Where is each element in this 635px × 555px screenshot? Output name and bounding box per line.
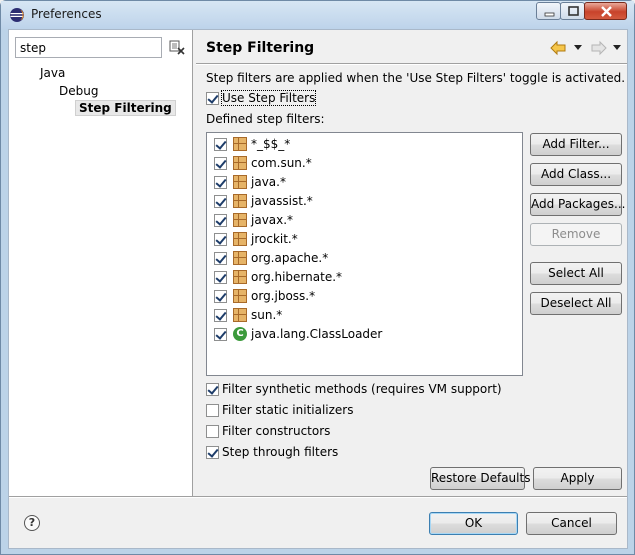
list-item[interactable]: jrockit.* xyxy=(207,230,522,249)
window-title: Preferences xyxy=(31,7,102,21)
help-icon[interactable]: ? xyxy=(24,515,40,531)
tree-item-debug[interactable]: Debug xyxy=(59,84,98,98)
dialog-client: Java Debug Step Filtering Step Filtering… xyxy=(8,29,628,549)
filter-text: java.* xyxy=(251,175,286,189)
filter-checkbox[interactable] xyxy=(214,252,227,265)
maximize-button[interactable] xyxy=(560,2,585,20)
title-separator xyxy=(196,63,627,65)
close-button[interactable] xyxy=(584,2,627,20)
eclipse-icon xyxy=(10,8,24,22)
ok-button[interactable]: OK xyxy=(429,512,518,535)
list-item[interactable]: java.* xyxy=(207,173,522,192)
package-icon xyxy=(233,213,247,227)
filter-checkbox[interactable] xyxy=(214,290,227,303)
page-description: Step filters are applied when the 'Use S… xyxy=(206,71,626,85)
maximize-icon xyxy=(568,6,579,16)
filter-checkbox[interactable] xyxy=(214,214,227,227)
class-icon: C xyxy=(233,327,247,341)
apply-button[interactable]: Apply xyxy=(533,467,622,490)
filter-text: javassist.* xyxy=(251,194,313,208)
filter-checkbox[interactable] xyxy=(214,271,227,284)
list-item[interactable]: C java.lang.ClassLoader xyxy=(207,325,522,344)
list-item[interactable]: javassist.* xyxy=(207,192,522,211)
defined-filters-label: Defined step filters: xyxy=(206,112,325,126)
back-arrow-icon[interactable] xyxy=(550,40,566,56)
list-item[interactable]: org.hibernate.* xyxy=(207,268,522,287)
package-icon xyxy=(233,156,247,170)
filter-text: *_$$_* xyxy=(251,137,291,151)
filter-synthetic-checkbox[interactable] xyxy=(206,383,219,396)
filter-text: org.apache.* xyxy=(251,251,329,265)
add-class-button[interactable]: Add Class... xyxy=(530,163,622,186)
minimize-button[interactable] xyxy=(536,2,561,20)
close-icon xyxy=(601,6,612,17)
filter-constructors-checkbox[interactable] xyxy=(206,425,219,438)
step-filter-list[interactable]: *_$$_* com.sun.* java.* javassist.* java xyxy=(206,132,523,376)
list-item[interactable]: sun.* xyxy=(207,306,522,325)
package-icon xyxy=(233,308,247,322)
deselect-all-button[interactable]: Deselect All xyxy=(530,292,622,315)
filter-text: javax.* xyxy=(251,213,294,227)
button-bar-separator xyxy=(9,496,627,498)
forward-history-dropdown-icon[interactable] xyxy=(613,45,621,51)
package-icon xyxy=(233,194,247,208)
cancel-button[interactable]: Cancel xyxy=(526,512,617,535)
use-step-filters-checkbox[interactable] xyxy=(206,92,219,105)
add-packages-button[interactable]: Add Packages... xyxy=(530,193,625,216)
filter-text: java.lang.ClassLoader xyxy=(251,327,383,341)
use-step-filters-label[interactable]: Use Step Filters xyxy=(220,90,317,106)
preference-navigation: Java Debug Step Filtering xyxy=(9,30,193,496)
add-filter-button[interactable]: Add Filter... xyxy=(530,133,622,156)
filter-static-initializers-checkbox[interactable] xyxy=(206,404,219,417)
list-item[interactable]: *_$$_* xyxy=(207,135,522,154)
filter-text: sun.* xyxy=(251,308,283,322)
filter-checkbox[interactable] xyxy=(214,176,227,189)
filter-text: com.sun.* xyxy=(251,156,312,170)
filter-checkbox[interactable] xyxy=(214,138,227,151)
filter-text: org.hibernate.* xyxy=(251,270,343,284)
minimize-icon xyxy=(544,12,555,17)
list-item[interactable]: com.sun.* xyxy=(207,154,522,173)
filter-checkbox[interactable] xyxy=(214,195,227,208)
filter-constructors-label[interactable]: Filter constructors xyxy=(222,424,330,438)
page-title: Step Filtering xyxy=(206,40,315,56)
filter-text: jrockit.* xyxy=(251,232,298,246)
package-icon xyxy=(233,232,247,246)
list-item[interactable]: org.jboss.* xyxy=(207,287,522,306)
filter-text: org.jboss.* xyxy=(251,289,316,303)
title-bar[interactable]: Preferences xyxy=(1,1,634,29)
package-icon xyxy=(233,289,247,303)
forward-arrow-icon[interactable] xyxy=(591,40,607,56)
preferences-window: Preferences Java Debug Step Filtering xyxy=(0,0,635,555)
remove-button[interactable]: Remove xyxy=(530,223,622,246)
clear-filter-icon[interactable] xyxy=(169,39,185,55)
filter-checkbox[interactable] xyxy=(214,233,227,246)
filter-static-initializers-label[interactable]: Filter static initializers xyxy=(222,403,354,417)
back-history-dropdown-icon[interactable] xyxy=(574,45,582,51)
filter-synthetic-label[interactable]: Filter synthetic methods (requires VM su… xyxy=(222,382,502,396)
package-icon xyxy=(233,175,247,189)
package-icon xyxy=(233,270,247,284)
filter-checkbox[interactable] xyxy=(214,328,227,341)
step-through-filters-checkbox[interactable] xyxy=(206,446,219,459)
restore-defaults-button[interactable]: Restore Defaults xyxy=(430,467,530,490)
tree-item-step-filtering[interactable]: Step Filtering xyxy=(75,100,176,116)
filter-input[interactable] xyxy=(15,37,162,58)
package-icon xyxy=(233,251,247,265)
filter-checkbox[interactable] xyxy=(214,309,227,322)
select-all-button[interactable]: Select All xyxy=(530,262,622,285)
list-item[interactable]: org.apache.* xyxy=(207,249,522,268)
filter-checkbox[interactable] xyxy=(214,157,227,170)
list-item[interactable]: javax.* xyxy=(207,211,522,230)
step-through-filters-label[interactable]: Step through filters xyxy=(222,445,338,459)
tree-item-java[interactable]: Java xyxy=(40,66,65,80)
package-icon xyxy=(233,137,247,151)
